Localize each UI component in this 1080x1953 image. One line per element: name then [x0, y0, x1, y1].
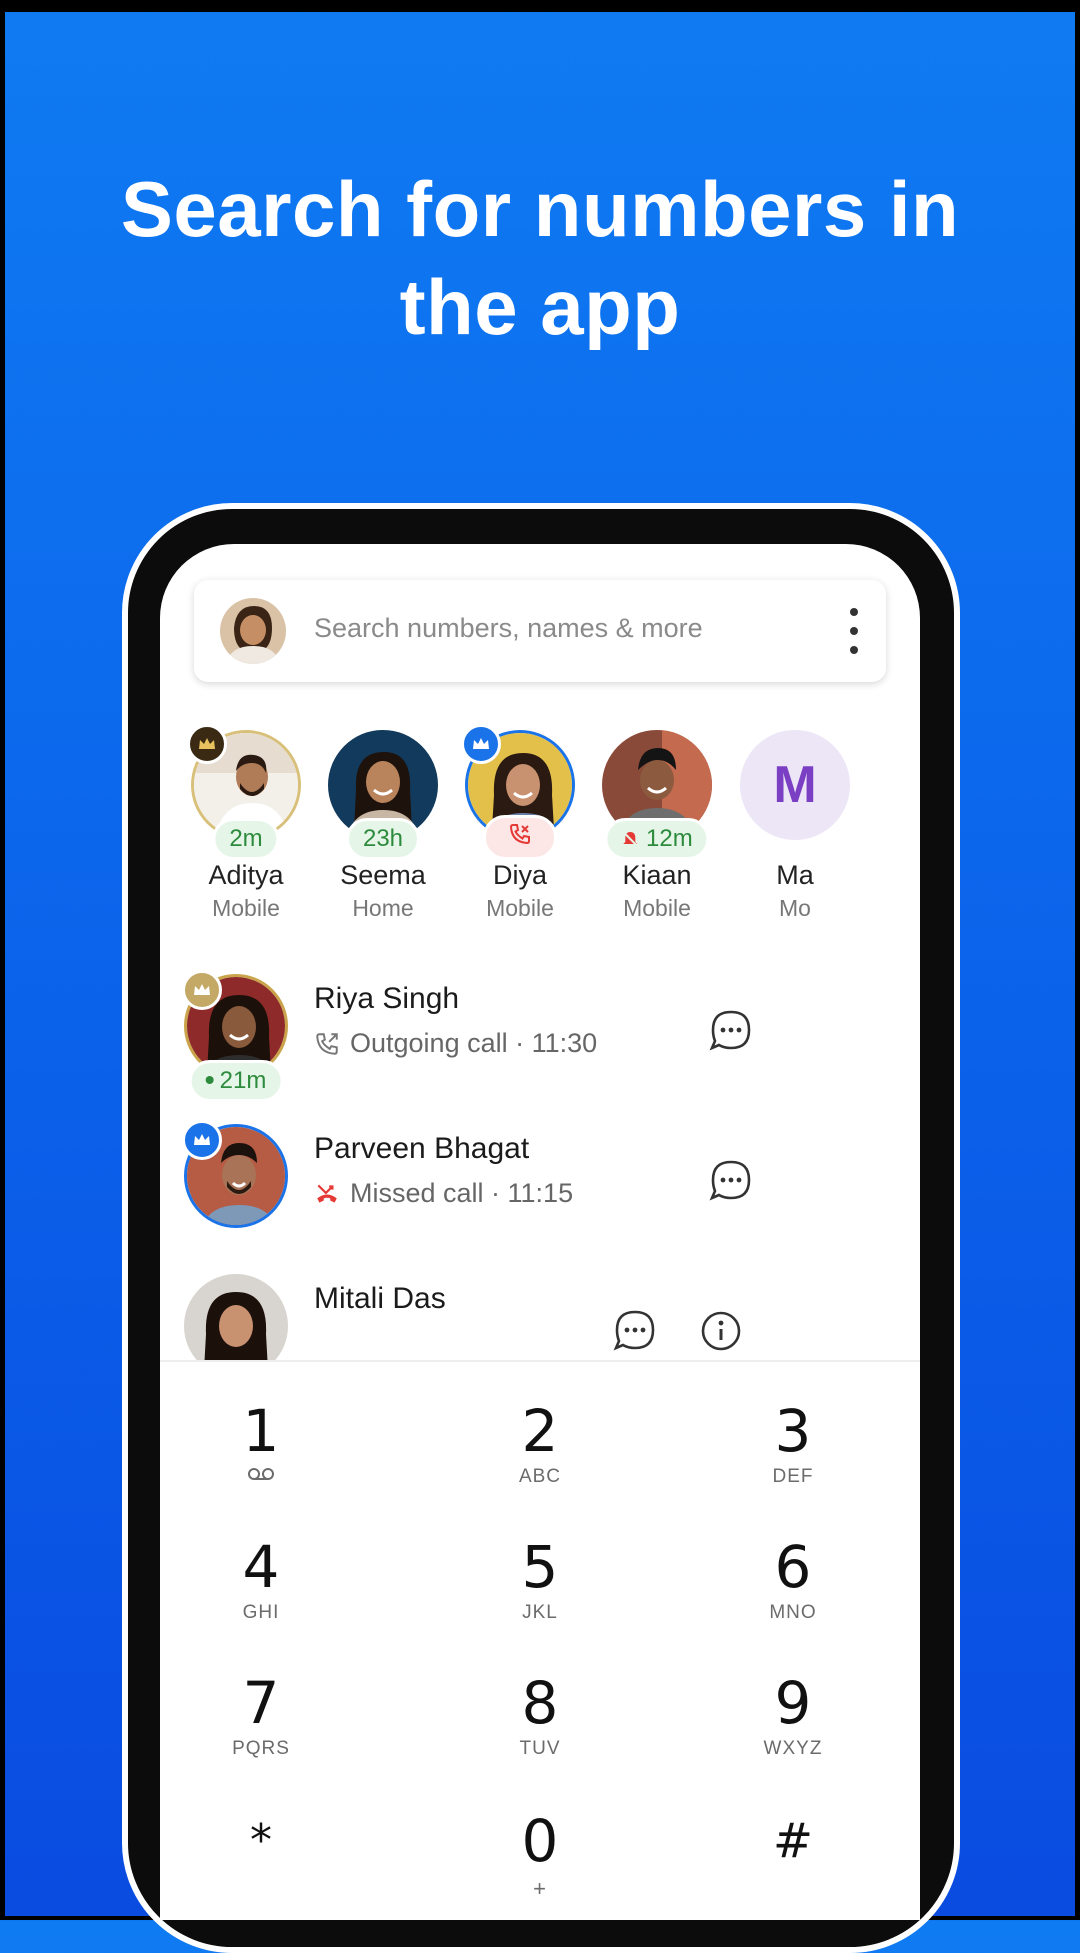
digit-label: 2 [521, 1397, 559, 1465]
letters-label: GHI [242, 1602, 280, 1623]
favorite-contact-seema[interactable]: 23h Seema Home [308, 730, 458, 922]
dial-key-1[interactable]: 1 [161, 1398, 361, 1518]
call-detail-text: Outgoing call · 11:30 [350, 1028, 598, 1058]
info-icon [701, 1311, 741, 1351]
digit-label: # [772, 1813, 814, 1869]
contact-name: Aditya [208, 860, 284, 890]
number-type: Home [352, 895, 414, 921]
search-bar[interactable]: Search numbers, names & more [194, 580, 886, 682]
message-button[interactable] [610, 1306, 660, 1356]
dial-key-hash[interactable]: # [693, 1808, 893, 1920]
digit-label: 0 [521, 1807, 559, 1875]
online-dot-icon [205, 1076, 214, 1084]
contact-name: Seema [340, 860, 426, 890]
promo-headline: Search for numbers in the app [0, 160, 1080, 356]
info-button[interactable] [696, 1306, 746, 1356]
caller-name: Parveen Bhagat [314, 1132, 530, 1165]
dial-key-2[interactable]: 2 ABC [440, 1398, 640, 1518]
screen-border-top [0, 0, 1080, 12]
digit-label: 9 [774, 1669, 812, 1737]
digit-label: 6 [774, 1533, 812, 1601]
crown-blue-icon [461, 724, 501, 764]
crown-blue-icon [182, 1120, 222, 1160]
number-type: Mo [779, 895, 811, 921]
call-detail: Outgoing call · 11:30 [314, 1028, 597, 1059]
call-log-row[interactable]: 21m Riya Singh Outgoing call · 11:30 [160, 970, 920, 1104]
favorite-contact-aditya[interactable]: 2m Aditya Mobile [171, 724, 321, 922]
call-status-pill [483, 815, 557, 860]
avatar-initial: M [740, 730, 850, 840]
caller-name: Mitali Das [314, 1282, 446, 1315]
frequent-contacts-row: 2m Aditya Mobile 23h Seema Home Diya Mob… [160, 724, 920, 930]
contact-name: Kiaan [622, 860, 692, 890]
dial-key-7[interactable]: 7 PQRS [161, 1670, 361, 1790]
favorite-contact-partial[interactable]: M Ma Mo [720, 730, 870, 922]
call-icon-red [509, 824, 530, 845]
message-button[interactable] [706, 1156, 756, 1206]
dial-pad: 1 2 ABC 3 DEF 4 GHI 5 JKL 6 MNO 7 PQRS 8… [160, 1360, 920, 1920]
last-seen-pill: 21m [188, 1060, 284, 1102]
contact-name: Diya [492, 860, 547, 890]
letters-label: MNO [769, 1602, 817, 1623]
digit-label: 4 [242, 1533, 280, 1601]
number-type: Mobile [486, 895, 554, 921]
profile-avatar[interactable] [220, 598, 286, 664]
dial-key-5[interactable]: 5 JKL [440, 1534, 640, 1654]
letters-label: DEF [772, 1466, 814, 1487]
last-seen-pill: 23h [345, 818, 421, 860]
dial-key-8[interactable]: 8 TUV [440, 1670, 640, 1790]
favorite-contact-diya[interactable]: Diya Mobile [445, 724, 595, 922]
letters-label: TUV [519, 1738, 561, 1759]
call-detail: Missed call · 11:15 [314, 1178, 573, 1209]
digit-label: 5 [521, 1533, 559, 1601]
search-input[interactable]: Search numbers, names & more [314, 613, 703, 644]
last-seen-pill: 2m [212, 818, 280, 860]
letters-label: WXYZ [763, 1738, 823, 1759]
letters-label: JKL [522, 1602, 558, 1623]
digit-label: 3 [774, 1397, 812, 1465]
chat-bubble-icon [613, 1310, 655, 1351]
phone-screen: Search numbers, names & more 2m Aditya M… [160, 544, 920, 1920]
dial-key-star[interactable]: * [161, 1808, 361, 1920]
headline-line-2: the app [399, 263, 681, 351]
missed-call-icon [317, 1184, 337, 1203]
crown-gold-icon [182, 970, 222, 1010]
chat-bubble-icon [709, 1160, 751, 1201]
headline-line-1: Search for numbers in [120, 165, 960, 253]
letters-label: + [533, 1876, 547, 1901]
crown-gold-icon [187, 724, 227, 764]
muted-bell-icon [622, 831, 639, 847]
digit-label: 1 [242, 1397, 280, 1465]
digit-label: 7 [242, 1669, 280, 1737]
favorite-contact-kiaan[interactable]: 12m Kiaan Mobile [582, 730, 732, 922]
dial-key-3[interactable]: 3 DEF [693, 1398, 893, 1518]
message-button[interactable] [706, 1006, 756, 1056]
number-type: Mobile [623, 895, 691, 921]
outgoing-call-icon [316, 1032, 338, 1055]
status-pill: 12m [604, 818, 710, 860]
dial-key-6[interactable]: 6 MNO [693, 1534, 893, 1654]
number-type: Mobile [212, 895, 280, 921]
letters-label: PQRS [232, 1738, 290, 1759]
last-seen-text: 21m [219, 1067, 267, 1094]
more-options-icon[interactable] [848, 608, 860, 654]
voicemail-icon [161, 1466, 361, 1488]
letters-label: ABC [518, 1466, 562, 1487]
last-seen-text: 12m [645, 825, 693, 852]
caller-name: Riya Singh [314, 982, 460, 1015]
dial-key-4[interactable]: 4 GHI [161, 1534, 361, 1654]
digit-label: * [250, 1815, 272, 1866]
call-detail-text: Missed call · 11:15 [350, 1178, 574, 1208]
dial-key-9[interactable]: 9 WXYZ [693, 1670, 893, 1790]
call-log-row[interactable]: Parveen Bhagat Missed call · 11:15 [160, 1120, 920, 1254]
contact-name: Ma [776, 860, 814, 890]
dial-key-0[interactable]: 0 + [440, 1808, 640, 1920]
digit-label: 8 [521, 1669, 559, 1737]
chat-bubble-icon [709, 1010, 751, 1051]
